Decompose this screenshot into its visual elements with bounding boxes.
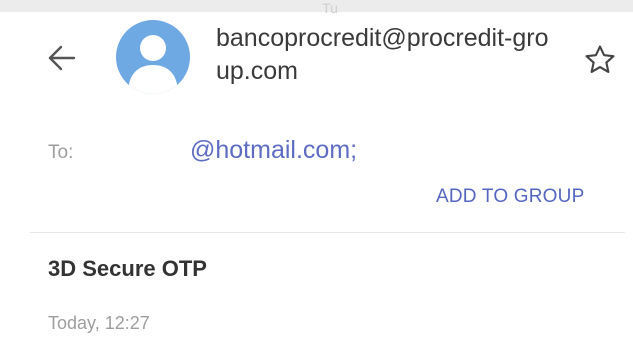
header-band bbox=[0, 0, 633, 12]
message-header: Tu bancoprocredit@procredit-group.com bbox=[0, 0, 633, 120]
back-arrow-icon bbox=[48, 45, 76, 71]
message-date: Today, 12:27 bbox=[48, 313, 150, 333]
add-to-group-button[interactable]: ADD TO GROUP bbox=[436, 186, 584, 208]
top-partial-text: Tu bbox=[322, 0, 338, 16]
recipient-address[interactable]: @hotmail.com; bbox=[190, 136, 357, 165]
divider bbox=[30, 232, 625, 233]
star-outline-icon bbox=[585, 45, 615, 73]
to-label: To: bbox=[48, 142, 74, 163]
star-button[interactable] bbox=[580, 40, 620, 80]
sender-avatar[interactable] bbox=[116, 20, 190, 94]
message-subject: 3D Secure OTP bbox=[48, 256, 207, 281]
sender-email: bancoprocredit@procredit-group.com bbox=[216, 24, 549, 85]
default-avatar-icon bbox=[128, 35, 178, 94]
back-button[interactable] bbox=[40, 36, 84, 80]
